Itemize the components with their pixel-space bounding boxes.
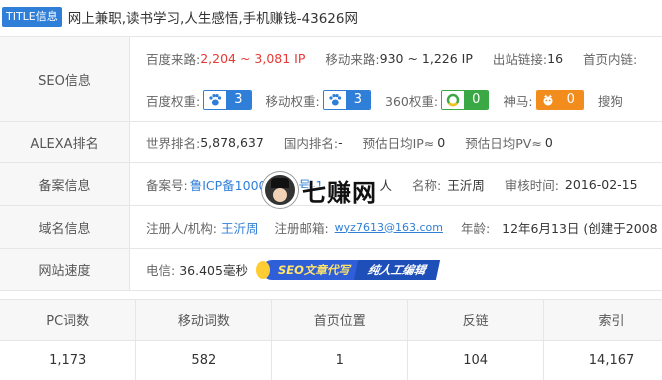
paw-icon: [323, 91, 346, 109]
registrant-key: 注册人/机构:: [146, 220, 217, 236]
icp-name-key: 名称:: [411, 177, 442, 193]
domain-label: 域名信息: [0, 206, 130, 248]
stats-value-home-position: 1: [271, 339, 409, 380]
speed-label: 网站速度: [0, 249, 130, 290]
icp-number-key: 备案号:: [146, 177, 188, 193]
360-logo-icon: [442, 91, 465, 109]
daily-pv-value: 0: [544, 134, 553, 150]
alexa-row: ALEXA排名 世界排名: 5,878,637 国内排名: - 预估日均IP≈ …: [0, 122, 662, 163]
keyword-stats-table: PC词数 移动词数 首页位置 反链 索引 1,173 582 1 104 14,…: [0, 299, 662, 380]
page-title: 网上兼职,读书学习,人生感悟,手机赚钱-43626网: [67, 11, 358, 27]
mobile-weight-badge[interactable]: 3: [322, 90, 371, 110]
speed-row: 网站速度 电信: 36.405毫秒 SEO文章代写 纯人工编辑: [0, 249, 662, 291]
stats-header-row: PC词数 移动词数 首页位置 反链 索引: [0, 300, 662, 341]
title-tag: TITLE信息: [2, 7, 62, 27]
registrant-link[interactable]: 王沂周: [221, 218, 259, 237]
stats-header-backlinks: 反链: [407, 300, 545, 341]
site-info-table: SEO信息 百度来路: 2,204 ~ 3,081 IP 移动来路: 930 ~…: [0, 36, 662, 291]
shenma-logo-icon: [536, 91, 559, 109]
baidu-traffic-value: 2,204 ~ 3,081 IP: [200, 50, 306, 66]
promo-manual-edit[interactable]: 纯人工编辑: [353, 259, 440, 280]
mobile-weight-value: 3: [345, 91, 370, 109]
icp-label: 备案信息: [0, 163, 130, 205]
email-key: 注册邮箱:: [274, 220, 329, 236]
icp-row: 备案信息 备案号: 鲁ICP备1000 号-1 人 名称: 王沂周 审核时间: …: [0, 163, 662, 206]
alexa-label: ALEXA排名: [0, 122, 130, 162]
baidu-weight-key: 百度权重:: [146, 93, 201, 109]
promo-seo-writing[interactable]: SEO文章代写: [255, 259, 358, 280]
icp-number-link[interactable]: 鲁ICP备1000: [190, 175, 267, 194]
icp-audit-value: 2016-02-15: [564, 176, 638, 192]
shenma-key: 神马:: [503, 93, 533, 109]
w360-value: 0: [464, 91, 489, 109]
icp-number-tail[interactable]: 号-1: [298, 175, 323, 194]
email-link[interactable]: wyz7613@163.com: [335, 221, 443, 234]
baidu-weight-value: 3: [226, 91, 251, 109]
shenma-value: 0: [558, 91, 583, 109]
stats-value-backlinks[interactable]: 104: [407, 339, 545, 380]
telecom-value: 36.405毫秒: [179, 263, 248, 278]
domestic-rank-key: 国内排名:: [283, 135, 339, 151]
baidu-weight-badge[interactable]: 3: [203, 90, 252, 110]
telecom-key: 电信:: [146, 263, 176, 278]
paw-icon: [204, 91, 227, 109]
age-value: 12年6月13日 (创建于2008: [502, 220, 658, 236]
icp-name-value: 王沂周: [447, 177, 485, 193]
daily-pv-key: 预估日均PV≈: [465, 135, 542, 151]
outlinks-key: 出站链接:: [492, 51, 548, 67]
world-rank-key: 世界排名:: [146, 135, 201, 151]
domestic-rank-value: -: [338, 134, 343, 150]
baidu-traffic-key: 百度来路:: [146, 51, 201, 67]
mobile-weight-key: 移动权重:: [265, 93, 320, 109]
home-inlinks-key: 首页内链:: [583, 51, 638, 67]
seo-row: SEO信息 百度来路: 2,204 ~ 3,081 IP 移动来路: 930 ~…: [0, 37, 662, 122]
title-bar: TITLE信息 网上兼职,读书学习,人生感悟,手机赚钱-43626网: [0, 0, 662, 34]
icp-audit-key: 审核时间:: [504, 177, 559, 193]
outlinks-value: 16: [547, 50, 564, 66]
daily-ip-key: 预估日均IP≈: [362, 135, 435, 151]
w360-key: 360权重:: [385, 93, 439, 109]
stats-value-pc[interactable]: 1,173: [0, 339, 137, 380]
stats-value-index[interactable]: 14,167: [543, 339, 662, 380]
stats-header-index: 索引: [543, 300, 662, 341]
icp-nature-value: 人: [379, 177, 392, 193]
world-rank-value: 5,878,637: [200, 134, 264, 150]
age-key: 年龄:: [460, 220, 491, 236]
shenma-badge[interactable]: 0: [535, 90, 584, 110]
stats-value-row: 1,173 582 1 104 14,167: [0, 339, 662, 380]
sogou-key: 搜狗: [597, 93, 623, 109]
stats-header-mobile: 移动词数: [135, 300, 273, 341]
mobile-traffic-key: 移动来路:: [325, 51, 380, 67]
stats-header-pc: PC词数: [0, 300, 137, 341]
seo-writing-ad[interactable]: SEO文章代写 纯人工编辑: [255, 259, 440, 280]
mobile-traffic-value: 930 ~ 1,226 IP: [379, 50, 473, 66]
w360-badge[interactable]: 0: [441, 90, 490, 110]
domain-row: 域名信息 注册人/机构: 王沂周 注册邮箱: wyz7613@163.com 年…: [0, 206, 662, 249]
stats-value-mobile[interactable]: 582: [135, 339, 273, 380]
stats-header-home-position: 首页位置: [271, 300, 409, 341]
seo-label: SEO信息: [0, 37, 130, 121]
daily-ip-value: 0: [437, 134, 446, 150]
